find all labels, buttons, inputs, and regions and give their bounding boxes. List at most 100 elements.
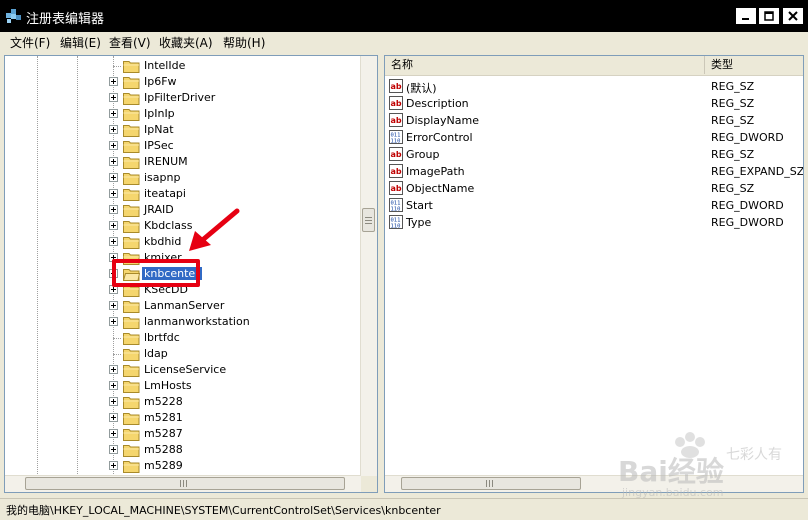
tree-item[interactable]: IpInIp: [5, 106, 361, 122]
expand-icon[interactable]: [109, 157, 118, 166]
expand-icon[interactable]: [109, 125, 118, 134]
expand-icon[interactable]: [109, 317, 118, 326]
value-type: REG_SZ: [711, 80, 755, 93]
tree-item[interactable]: m5287: [5, 426, 361, 442]
tree-item[interactable]: IpNat: [5, 122, 361, 138]
tree-vertical-scrollbar[interactable]: [360, 56, 377, 476]
tree-item-label: lbrtfdc: [144, 331, 180, 344]
tree-item[interactable]: JRAID: [5, 202, 361, 218]
value-row[interactable]: 011 110 Start REG_DWORD: [385, 197, 803, 214]
minimize-button[interactable]: [736, 8, 756, 24]
tree-item[interactable]: Ip6Fw: [5, 74, 361, 90]
value-row[interactable]: ab Group REG_SZ: [385, 146, 803, 163]
folder-icon: [123, 381, 140, 393]
tree-item[interactable]: ldap: [5, 346, 361, 362]
tree-item-label: IPSec: [144, 139, 174, 152]
tree-item[interactable]: LanmanServer: [5, 298, 361, 314]
expand-icon[interactable]: [109, 189, 118, 198]
tree-item-label: iteatapi: [144, 187, 186, 200]
maximize-button[interactable]: [759, 8, 779, 24]
expand-icon[interactable]: [109, 381, 118, 390]
grip-icon: [486, 480, 493, 487]
tree-item[interactable]: kbdhid: [5, 234, 361, 250]
value-row[interactable]: ab Description REG_SZ: [385, 95, 803, 112]
tree-horizontal-scroll-thumb[interactable]: [25, 477, 345, 490]
value-name: (默认): [406, 82, 437, 95]
expand-icon[interactable]: [109, 429, 118, 438]
folder-icon: [123, 445, 140, 457]
title-bar[interactable]: 注册表编辑器: [0, 0, 808, 32]
maximize-icon: [764, 11, 774, 21]
close-button[interactable]: [783, 8, 803, 24]
baidu-jingyan-watermark: Bai经验 七彩人有 jingyan.baidu.com: [618, 432, 804, 502]
column-name-header[interactable]: 名称: [385, 56, 705, 74]
value-name: ErrorControl: [406, 131, 473, 144]
tree-item[interactable]: lbrtfdc: [5, 330, 361, 346]
tree-connector: [113, 354, 121, 355]
tree-item[interactable]: LicenseService: [5, 362, 361, 378]
tree-item[interactable]: m5288: [5, 442, 361, 458]
tree-item[interactable]: lanmanworkstation: [5, 314, 361, 330]
tree-item[interactable]: IntelIde: [5, 58, 361, 74]
expand-icon[interactable]: [109, 173, 118, 182]
expand-icon[interactable]: [109, 93, 118, 102]
svg-text:ab: ab: [391, 184, 402, 193]
tree-item[interactable]: IpFilterDriver: [5, 90, 361, 106]
value-row[interactable]: ab ImagePath REG_EXPAND_SZ: [385, 163, 803, 180]
expand-icon[interactable]: [109, 365, 118, 374]
expand-icon[interactable]: [109, 221, 118, 230]
expand-icon[interactable]: [109, 141, 118, 150]
svg-text:ab: ab: [391, 167, 402, 176]
menu-edit[interactable]: 编辑(E): [58, 35, 103, 51]
expand-icon[interactable]: [109, 461, 118, 470]
value-row[interactable]: ab (默认) REG_SZ: [385, 78, 803, 95]
string-value-icon: ab: [389, 79, 403, 93]
tree-item[interactable]: m5289: [5, 458, 361, 474]
menu-view[interactable]: 查看(V): [107, 35, 153, 51]
tree-item-label: m5289: [144, 459, 183, 472]
minimize-icon: [742, 18, 749, 20]
value-row[interactable]: 011 110 Type REG_DWORD: [385, 214, 803, 231]
value-name: DisplayName: [406, 114, 479, 127]
tree-connector: [113, 66, 121, 67]
value-row[interactable]: ab ObjectName REG_SZ: [385, 180, 803, 197]
tree-item-label: kbdhid: [144, 235, 182, 248]
value-list-pane[interactable]: 名称 类型 ab (默认) REG_SZ ab Description REG_SZ ab D…: [384, 55, 804, 493]
column-type-header[interactable]: 类型: [705, 56, 803, 74]
expand-icon[interactable]: [109, 413, 118, 422]
expand-icon[interactable]: [109, 77, 118, 86]
list-horizontal-scroll-thumb[interactable]: [401, 477, 581, 490]
menu-favorites[interactable]: 收藏夹(A): [157, 35, 215, 51]
value-row[interactable]: ab DisplayName REG_SZ: [385, 112, 803, 129]
tree-item-label: ldap: [144, 347, 168, 360]
expand-icon[interactable]: [109, 397, 118, 406]
tree-vertical-scroll-thumb[interactable]: [362, 208, 375, 232]
tree-connector: [113, 338, 121, 339]
tree-item[interactable]: IPSec: [5, 138, 361, 154]
tree-item[interactable]: m5281: [5, 410, 361, 426]
tree-item-label: IpFilterDriver: [144, 91, 216, 104]
string-value-icon: ab: [389, 113, 403, 127]
watermark-logo: Bai经验: [618, 455, 724, 488]
tree-item-label: LicenseService: [144, 363, 227, 376]
binary-value-icon: 011110: [389, 198, 403, 212]
expand-icon[interactable]: [109, 445, 118, 454]
watermark-author: 七彩人有: [726, 447, 782, 463]
expand-icon[interactable]: [109, 237, 118, 246]
tree-item[interactable]: iteatapi: [5, 186, 361, 202]
tree-item[interactable]: m5228: [5, 394, 361, 410]
value-row[interactable]: 011 110 ErrorControl REG_DWORD: [385, 129, 803, 146]
expand-icon[interactable]: [109, 205, 118, 214]
menu-file[interactable]: 文件(F): [8, 35, 52, 51]
tree-item[interactable]: LmHosts: [5, 378, 361, 394]
tree-item-label: Ip6Fw: [144, 75, 177, 88]
tree-horizontal-scrollbar[interactable]: [5, 475, 361, 492]
folder-icon: [123, 189, 140, 201]
tree-item[interactable]: Kbdclass: [5, 218, 361, 234]
tree-item[interactable]: isapnp: [5, 170, 361, 186]
watermark-url: jingyan.baidu.com: [622, 486, 724, 499]
expand-icon[interactable]: [109, 301, 118, 310]
expand-icon[interactable]: [109, 109, 118, 118]
tree-item[interactable]: IRENUM: [5, 154, 361, 170]
menu-help[interactable]: 帮助(H): [221, 35, 267, 51]
